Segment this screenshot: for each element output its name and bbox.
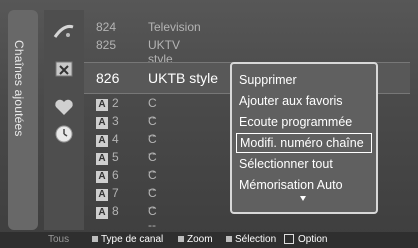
channel-number: 824: [96, 20, 117, 34]
analog-badge: A: [96, 117, 108, 129]
channel-number: 7: [112, 186, 119, 200]
analog-badge: A: [96, 99, 108, 111]
channel-list-screen: Chaînes ajoutées 824 Television 825 UKTV…: [0, 0, 418, 248]
channel-number: 2: [112, 96, 119, 110]
menu-item-modifier-numero[interactable]: Modifi. numéro chaîne: [236, 133, 372, 153]
channel-number: 4: [112, 132, 119, 146]
clock-icon[interactable]: [52, 122, 76, 144]
channel-name: Television: [148, 20, 201, 34]
analog-badge: A: [96, 171, 108, 183]
channel-number: 8: [112, 204, 119, 218]
footer-tous: Tous: [48, 234, 70, 245]
channel-number: 826: [96, 70, 120, 86]
analog-badge: A: [96, 135, 108, 147]
scroll-down-icon[interactable]: [300, 196, 306, 201]
analog-badge: A: [96, 207, 108, 219]
channel-number: 5: [112, 150, 119, 164]
footer-label: Type de canal: [101, 234, 164, 245]
square-icon: [226, 236, 232, 243]
footer-label: Sélection: [235, 234, 277, 245]
footer-label: Zoom: [187, 234, 213, 245]
square-icon: [92, 236, 98, 243]
channel-name: C --: [148, 204, 157, 232]
analog-badge: A: [96, 153, 108, 165]
menu-item-memorisation-auto[interactable]: Mémorisation Auto: [236, 175, 372, 195]
footer-option[interactable]: Option: [284, 234, 327, 245]
footer-bar: Tous Type de canal Zoom Sélection Option: [0, 232, 418, 248]
channel-number: 6: [112, 168, 119, 182]
channel-number: 825: [96, 38, 117, 52]
footer-label: Option: [298, 234, 328, 245]
menu-item-selectionner-tout[interactable]: Sélectionner tout: [236, 154, 372, 174]
tools-icon[interactable]: [52, 58, 76, 80]
footer-selection[interactable]: Sélection: [226, 234, 276, 245]
options-popup-menu: Supprimer Ajouter aux favoris Ecoute pro…: [230, 62, 378, 214]
tools-icon: [284, 234, 294, 245]
side-tab[interactable]: Chaînes ajoutées: [8, 10, 38, 230]
analog-badge: A: [96, 189, 108, 201]
channel-name: UKTB style: [148, 70, 219, 86]
side-tab-label: Chaînes ajoutées: [12, 40, 26, 137]
category-icons: [44, 10, 84, 230]
satellite-icon[interactable]: [52, 20, 76, 42]
footer-zoom[interactable]: Zoom: [178, 234, 213, 245]
heart-icon[interactable]: [52, 96, 76, 118]
menu-item-supprimer[interactable]: Supprimer: [236, 70, 372, 90]
footer-type-de-canal[interactable]: Type de canal: [92, 234, 163, 245]
menu-item-ecoute-programmee[interactable]: Ecoute programmée: [236, 112, 372, 132]
channel-number: 3: [112, 114, 119, 128]
square-icon: [178, 236, 184, 243]
menu-item-ajouter-favoris[interactable]: Ajouter aux favoris: [236, 91, 372, 111]
